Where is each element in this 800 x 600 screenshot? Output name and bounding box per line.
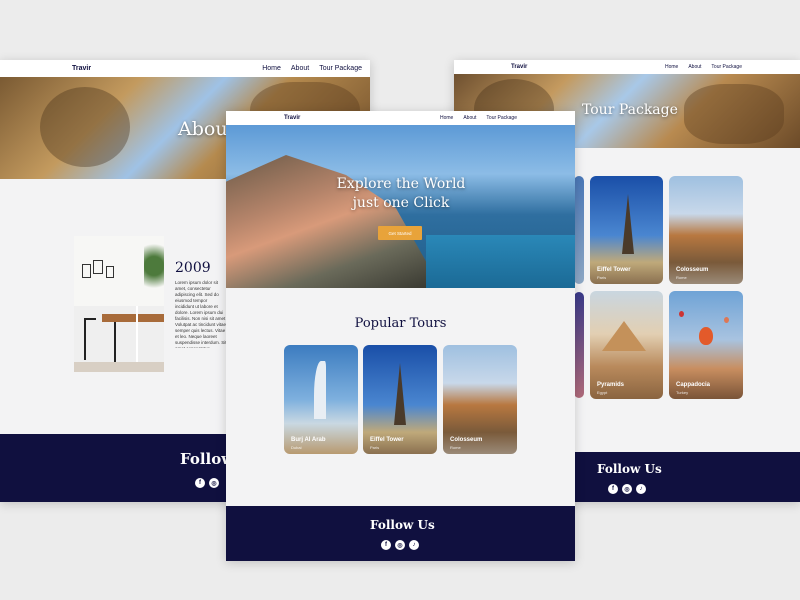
about-nav-tour-package[interactable]: Tour Package [319, 65, 362, 72]
home-hero-line-2: just one Click [352, 195, 450, 211]
about-navbar: Travir Home About Tour Package [0, 60, 370, 77]
get-started-button[interactable]: Get Started [378, 226, 422, 240]
package-card-cappadocia[interactable]: Cappadocia Turkey [669, 291, 743, 399]
package-card-colosseum[interactable]: Colosseum Rome [669, 176, 743, 284]
home-nav-home[interactable]: Home [440, 115, 453, 121]
package-navbar: Travir Home About Tour Package [454, 60, 800, 74]
package-card-pyramids-title: Pyramids [597, 382, 625, 388]
home-footer: Follow Us f ◎ ♪ [226, 506, 575, 561]
package-card-pyramids-sub: Egypt [597, 390, 608, 395]
home-nav-tour-package[interactable]: Tour Package [486, 115, 517, 121]
home-nav-about[interactable]: About [463, 115, 476, 121]
instagram-icon[interactable]: ◎ [209, 478, 219, 488]
facebook-icon[interactable]: f [381, 540, 391, 550]
about-office-image [74, 236, 164, 372]
package-nav-tour-package[interactable]: Tour Package [711, 64, 742, 70]
home-hero-line-1: Explore the World [336, 176, 466, 192]
home-card-eiffel-sub: Paris [370, 445, 380, 450]
package-card-partial-1[interactable] [574, 176, 584, 284]
instagram-icon[interactable]: ◎ [395, 540, 405, 550]
home-card-burj[interactable]: Burj Al Arab Dubai [284, 345, 358, 454]
about-year: 2009 [175, 260, 211, 276]
home-card-burj-sub: Dubai [291, 445, 302, 450]
package-card-eiffel[interactable]: Eiffel Tower Paris [590, 176, 663, 284]
package-footer-follow-title: Follow Us [597, 462, 662, 476]
home-hero-heading: Explore the World just one Click [316, 175, 486, 213]
home-card-eiffel[interactable]: Eiffel Tower Paris [363, 345, 437, 454]
home-page-mockup: Travir Home About Tour Package Explore t… [226, 111, 575, 561]
about-paragraph-1: Lorem ipsum dolor sit amet, consectetur … [175, 280, 226, 321]
popular-tours-title: Popular Tours [354, 316, 447, 331]
home-footer-follow-title: Follow Us [370, 518, 435, 532]
facebook-icon[interactable]: f [608, 484, 618, 494]
about-paragraph-2: Volutpat ac tincidunt vitae semper quis … [175, 322, 227, 348]
about-nav-home[interactable]: Home [262, 65, 281, 72]
home-card-colosseum-sub: Rome [450, 445, 461, 450]
home-navbar: Travir Home About Tour Package [226, 111, 575, 125]
home-card-eiffel-title: Eiffel Tower [370, 437, 404, 443]
facebook-icon[interactable]: f [195, 478, 205, 488]
package-card-cappadocia-title: Cappadocia [676, 382, 711, 388]
home-card-colosseum[interactable]: Colosseum Rome [443, 345, 517, 454]
package-card-eiffel-sub: Paris [597, 275, 607, 280]
package-card-pyramids[interactable]: Pyramids Egypt [590, 291, 663, 399]
package-card-partial-2[interactable] [574, 292, 584, 398]
instagram-icon[interactable]: ◎ [622, 484, 632, 494]
tiktok-icon[interactable]: ♪ [636, 484, 646, 494]
package-page-title: Tour Package [582, 102, 678, 118]
package-card-colosseum-sub: Rome [676, 275, 687, 280]
package-logo[interactable]: Travir [511, 64, 527, 70]
about-logo[interactable]: Travir [72, 65, 91, 72]
home-logo[interactable]: Travir [284, 115, 300, 121]
package-nav-about[interactable]: About [688, 64, 701, 70]
home-card-colosseum-title: Colosseum [450, 437, 483, 443]
package-nav-home[interactable]: Home [665, 64, 678, 70]
package-card-colosseum-title: Colosseum [676, 267, 709, 273]
package-card-cappadocia-sub: Turkey [676, 390, 689, 395]
package-card-eiffel-title: Eiffel Tower [597, 267, 631, 273]
tiktok-icon[interactable]: ♪ [409, 540, 419, 550]
about-nav-about[interactable]: About [291, 65, 309, 72]
home-card-burj-title: Burj Al Arab [291, 437, 326, 443]
